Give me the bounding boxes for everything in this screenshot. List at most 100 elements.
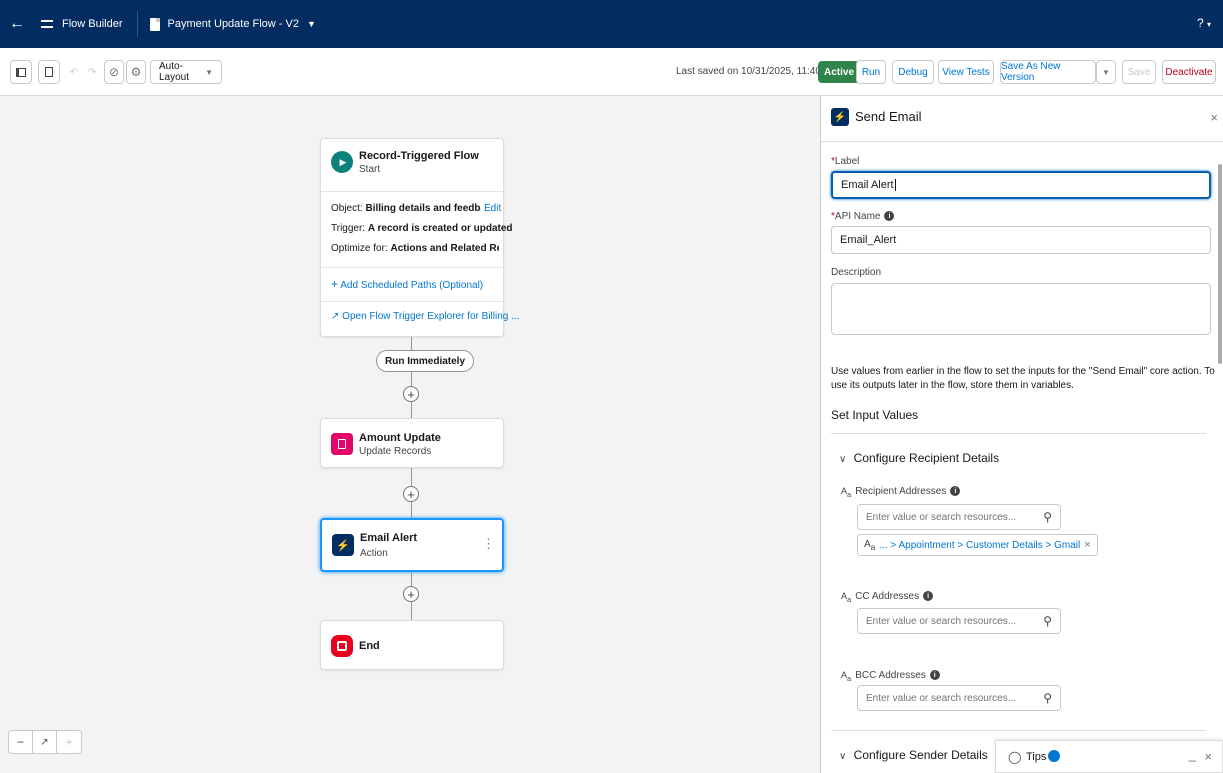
open-trigger-explorer-link[interactable]: ↗ Open Flow Trigger Explorer for Billing… xyxy=(331,311,519,322)
recipient-addresses-label: Aa Recipient Addresses i xyxy=(841,486,961,499)
close-icon[interactable]: × xyxy=(1210,110,1218,125)
amount-update-node[interactable]: Amount Update Update Records xyxy=(320,418,504,468)
connector-line xyxy=(411,602,412,620)
zoom-out-button[interactable]: − xyxy=(9,731,33,753)
info-icon[interactable]: i xyxy=(929,670,940,681)
errors-button[interactable]: ⊘ xyxy=(104,60,124,84)
flow-canvas[interactable]: ▶ Record-Triggered Flow Start Object: Bi… xyxy=(0,96,820,773)
save-as-new-version-button[interactable]: Save As New Version xyxy=(1000,60,1096,84)
chevron-down-icon: ▼ xyxy=(306,19,316,29)
trigger-label: Trigger: xyxy=(331,223,366,234)
sender-section-toggle[interactable]: ∨ Configure Sender Details xyxy=(839,748,988,762)
fit-view-button[interactable]: ↗ xyxy=(33,731,57,753)
app-name: Flow Builder xyxy=(62,18,123,30)
minus-icon: − xyxy=(16,735,24,749)
chevron-down-icon: ∨ xyxy=(839,751,847,762)
gear-icon: ⚙ xyxy=(130,65,142,79)
object-label: Object: xyxy=(331,203,363,214)
description-textarea[interactable] xyxy=(831,283,1211,335)
add-element-button[interactable]: + xyxy=(403,586,419,602)
close-icon[interactable]: × xyxy=(1084,539,1090,551)
trigger-value: A record is created or updated xyxy=(367,223,513,234)
plus-icon: + xyxy=(407,486,415,502)
start-node-title: Record-Triggered Flow xyxy=(359,150,479,162)
connector-line xyxy=(411,372,412,386)
start-node[interactable]: ▶ Record-Triggered Flow Start Object: Bi… xyxy=(320,138,519,337)
redo-icon: ↷ xyxy=(87,66,97,78)
amount-update-title: Amount Update xyxy=(359,432,441,444)
info-icon[interactable]: i xyxy=(884,211,895,222)
end-node-title: End xyxy=(359,640,380,652)
divider xyxy=(321,301,503,302)
api-name-input[interactable]: Email_Alert xyxy=(831,226,1211,254)
info-icon[interactable]: i xyxy=(923,591,934,602)
chevron-down-icon: ▼ xyxy=(1102,67,1110,77)
ban-icon: ⊘ xyxy=(108,65,120,79)
copy-button[interactable] xyxy=(38,60,60,84)
view-tests-button[interactable]: View Tests xyxy=(938,60,994,84)
run-immediately-path[interactable]: Run Immediately xyxy=(376,350,475,372)
edit-object-link[interactable]: Edit xyxy=(484,203,501,214)
panel-header: ⚡ Send Email × xyxy=(821,96,1223,142)
redo-button[interactable]: ↷ xyxy=(82,60,102,84)
debug-button[interactable]: Debug xyxy=(892,60,934,84)
save-options-button[interactable]: ▼ xyxy=(1096,60,1116,84)
panel-scrollbar[interactable] xyxy=(1217,142,1223,762)
end-node[interactable]: End xyxy=(320,620,504,670)
status-badge: Active xyxy=(818,61,861,83)
text-type-icon: Aa xyxy=(841,591,852,604)
undo-button[interactable]: ↶ xyxy=(64,60,84,84)
trigger-row: Trigger: A record is created or updated xyxy=(331,223,513,234)
add-element-button[interactable]: + xyxy=(403,386,419,402)
help-text: Use values from earlier in the flow to s… xyxy=(831,366,1215,391)
flow-title-menu[interactable]: Payment Update Flow - V2 ▼ xyxy=(138,17,316,31)
help-icon: ? xyxy=(1196,16,1204,30)
tips-icon: ◯ xyxy=(1008,750,1022,764)
document-icon xyxy=(149,17,160,31)
bcc-addresses-input[interactable]: Enter value or search resources... ⚲ xyxy=(857,685,1061,711)
panel-title: Send Email xyxy=(855,109,922,124)
recipient-pill[interactable]: Aa ... > Appointment > Customer Details … xyxy=(857,534,1098,556)
info-icon[interactable]: i xyxy=(950,486,961,497)
recipient-addresses-input[interactable]: Enter value or search resources... ⚲ xyxy=(857,504,1061,530)
close-icon[interactable]: × xyxy=(1204,749,1212,764)
recipient-section-toggle[interactable]: ∨ Configure Recipient Details xyxy=(839,451,999,465)
copy-icon xyxy=(45,67,53,77)
auto-layout-label: Auto-Layout xyxy=(159,61,190,83)
api-name-field-label: *API Name i xyxy=(831,211,895,222)
optimize-row: Optimize for: Actions and Related Recor.… xyxy=(331,243,499,254)
email-alert-node[interactable]: ⚡ Email Alert Action ⋮ xyxy=(320,518,504,572)
divider xyxy=(321,191,503,192)
connector-line xyxy=(411,402,412,418)
optimize-label: Optimize for: xyxy=(331,243,388,254)
add-element-button[interactable]: + xyxy=(403,486,419,502)
save-button[interactable]: Save xyxy=(1122,60,1156,84)
description-field-label: Description xyxy=(831,267,882,278)
zoom-in-button[interactable]: + xyxy=(57,731,81,753)
label-input[interactable]: Email Alert xyxy=(831,171,1211,199)
text-type-icon: Aa xyxy=(864,538,876,552)
more-actions-icon[interactable]: ⋮ xyxy=(482,536,495,552)
plus-icon: + xyxy=(65,735,73,749)
cc-addresses-input[interactable]: Enter value or search resources... ⚲ xyxy=(857,608,1061,634)
tips-label: Tips xyxy=(1026,751,1047,763)
toggle-toolbox-button[interactable] xyxy=(10,60,32,84)
connector-line xyxy=(411,572,412,586)
text-type-icon: Aa xyxy=(841,486,852,499)
auto-layout-select[interactable]: Auto-Layout ▼ xyxy=(150,60,222,84)
label-field-label: *Label xyxy=(831,156,860,167)
optimize-value: Actions and Related Recor... xyxy=(390,243,499,254)
scrollbar-thumb[interactable] xyxy=(1218,164,1222,364)
back-arrow-icon[interactable]: ← xyxy=(0,15,34,33)
search-icon: ⚲ xyxy=(1043,510,1052,524)
help-menu[interactable]: ? ▾ xyxy=(1197,16,1211,30)
settings-button[interactable]: ⚙ xyxy=(126,60,146,84)
tips-dock[interactable]: ◯ Tips _ × xyxy=(995,740,1223,773)
add-scheduled-paths-link[interactable]: + Add Scheduled Paths (Optional) xyxy=(331,277,483,291)
run-button[interactable]: Run xyxy=(856,60,886,84)
lightning-icon: ⚡ xyxy=(332,534,354,556)
deactivate-button[interactable]: Deactivate xyxy=(1162,60,1216,84)
external-link-icon: ↗ xyxy=(331,311,340,322)
minimize-icon[interactable]: _ xyxy=(1189,747,1196,762)
top-bar: ← Flow Builder Payment Update Flow - V2 … xyxy=(0,0,1223,48)
